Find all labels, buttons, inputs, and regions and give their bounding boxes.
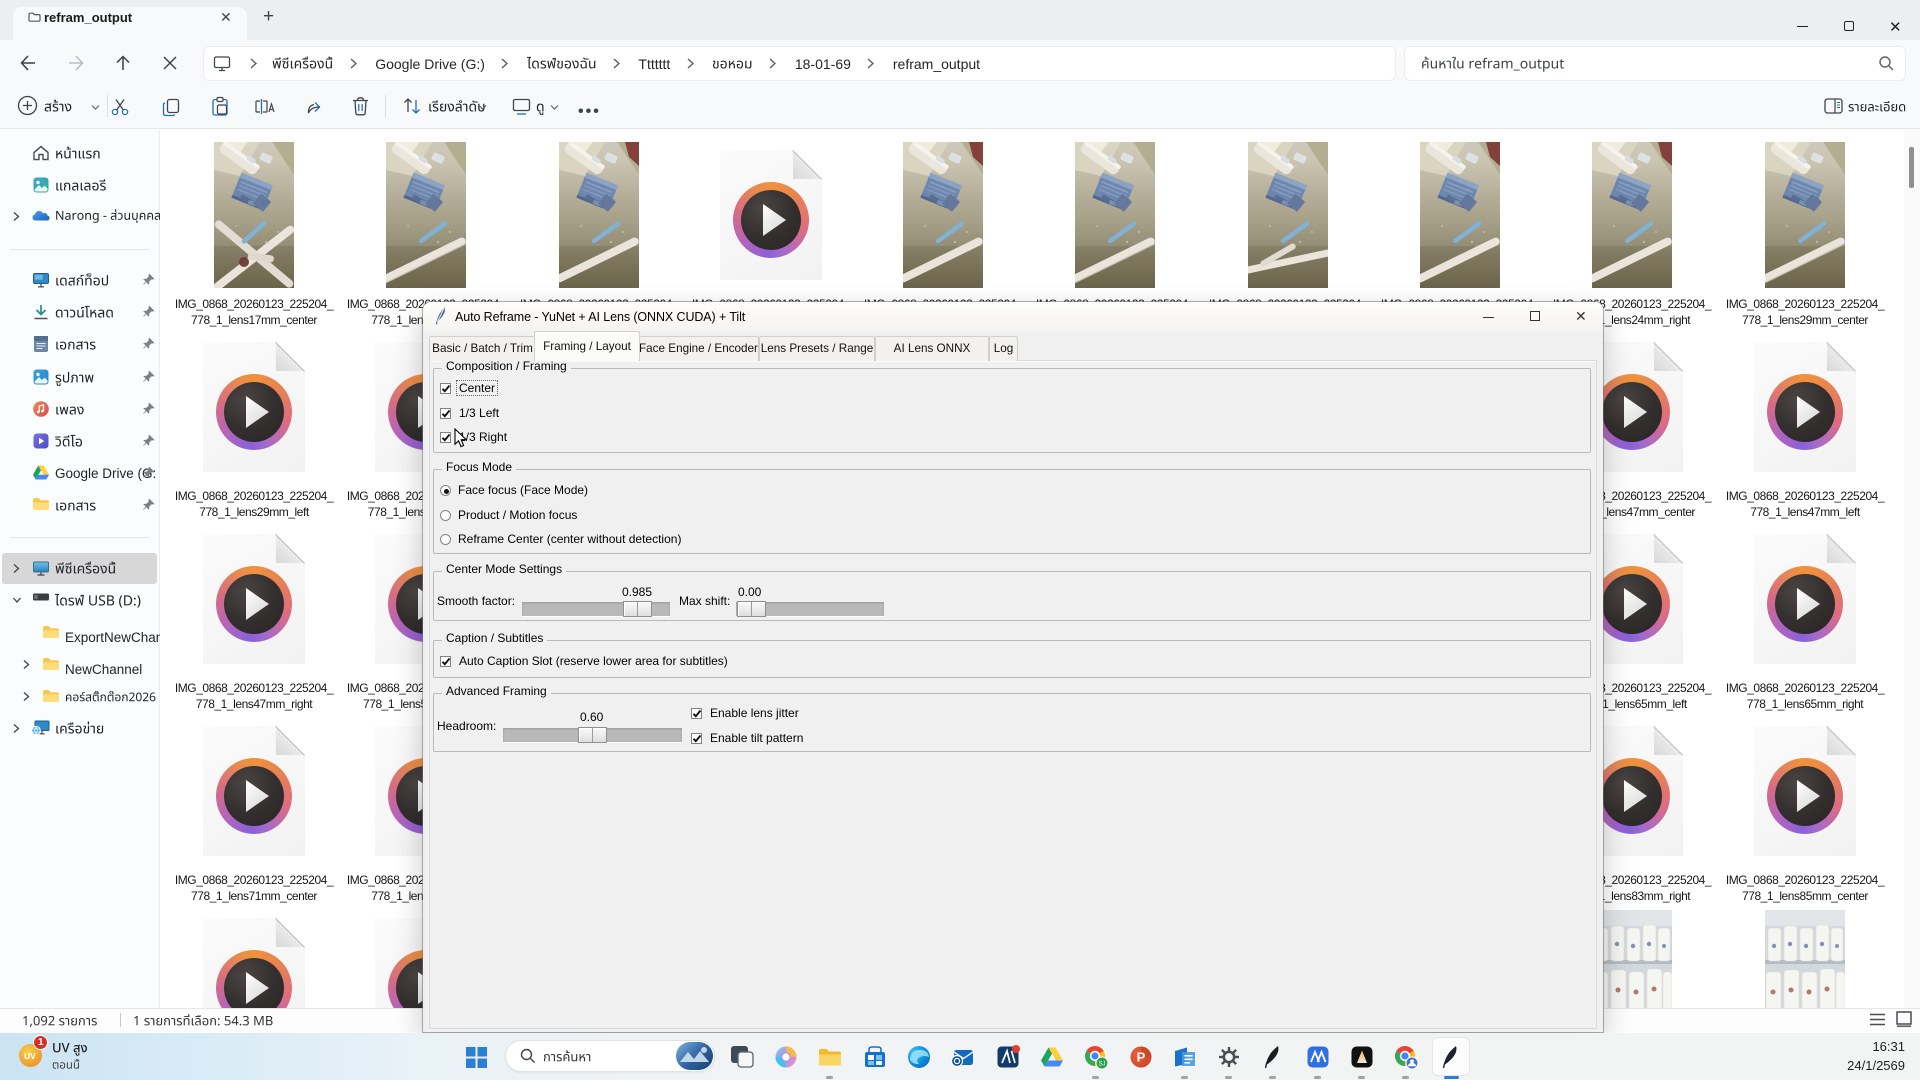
svg-text:P: P xyxy=(1137,1050,1146,1065)
svg-text:SJ: SJ xyxy=(1098,1061,1105,1067)
